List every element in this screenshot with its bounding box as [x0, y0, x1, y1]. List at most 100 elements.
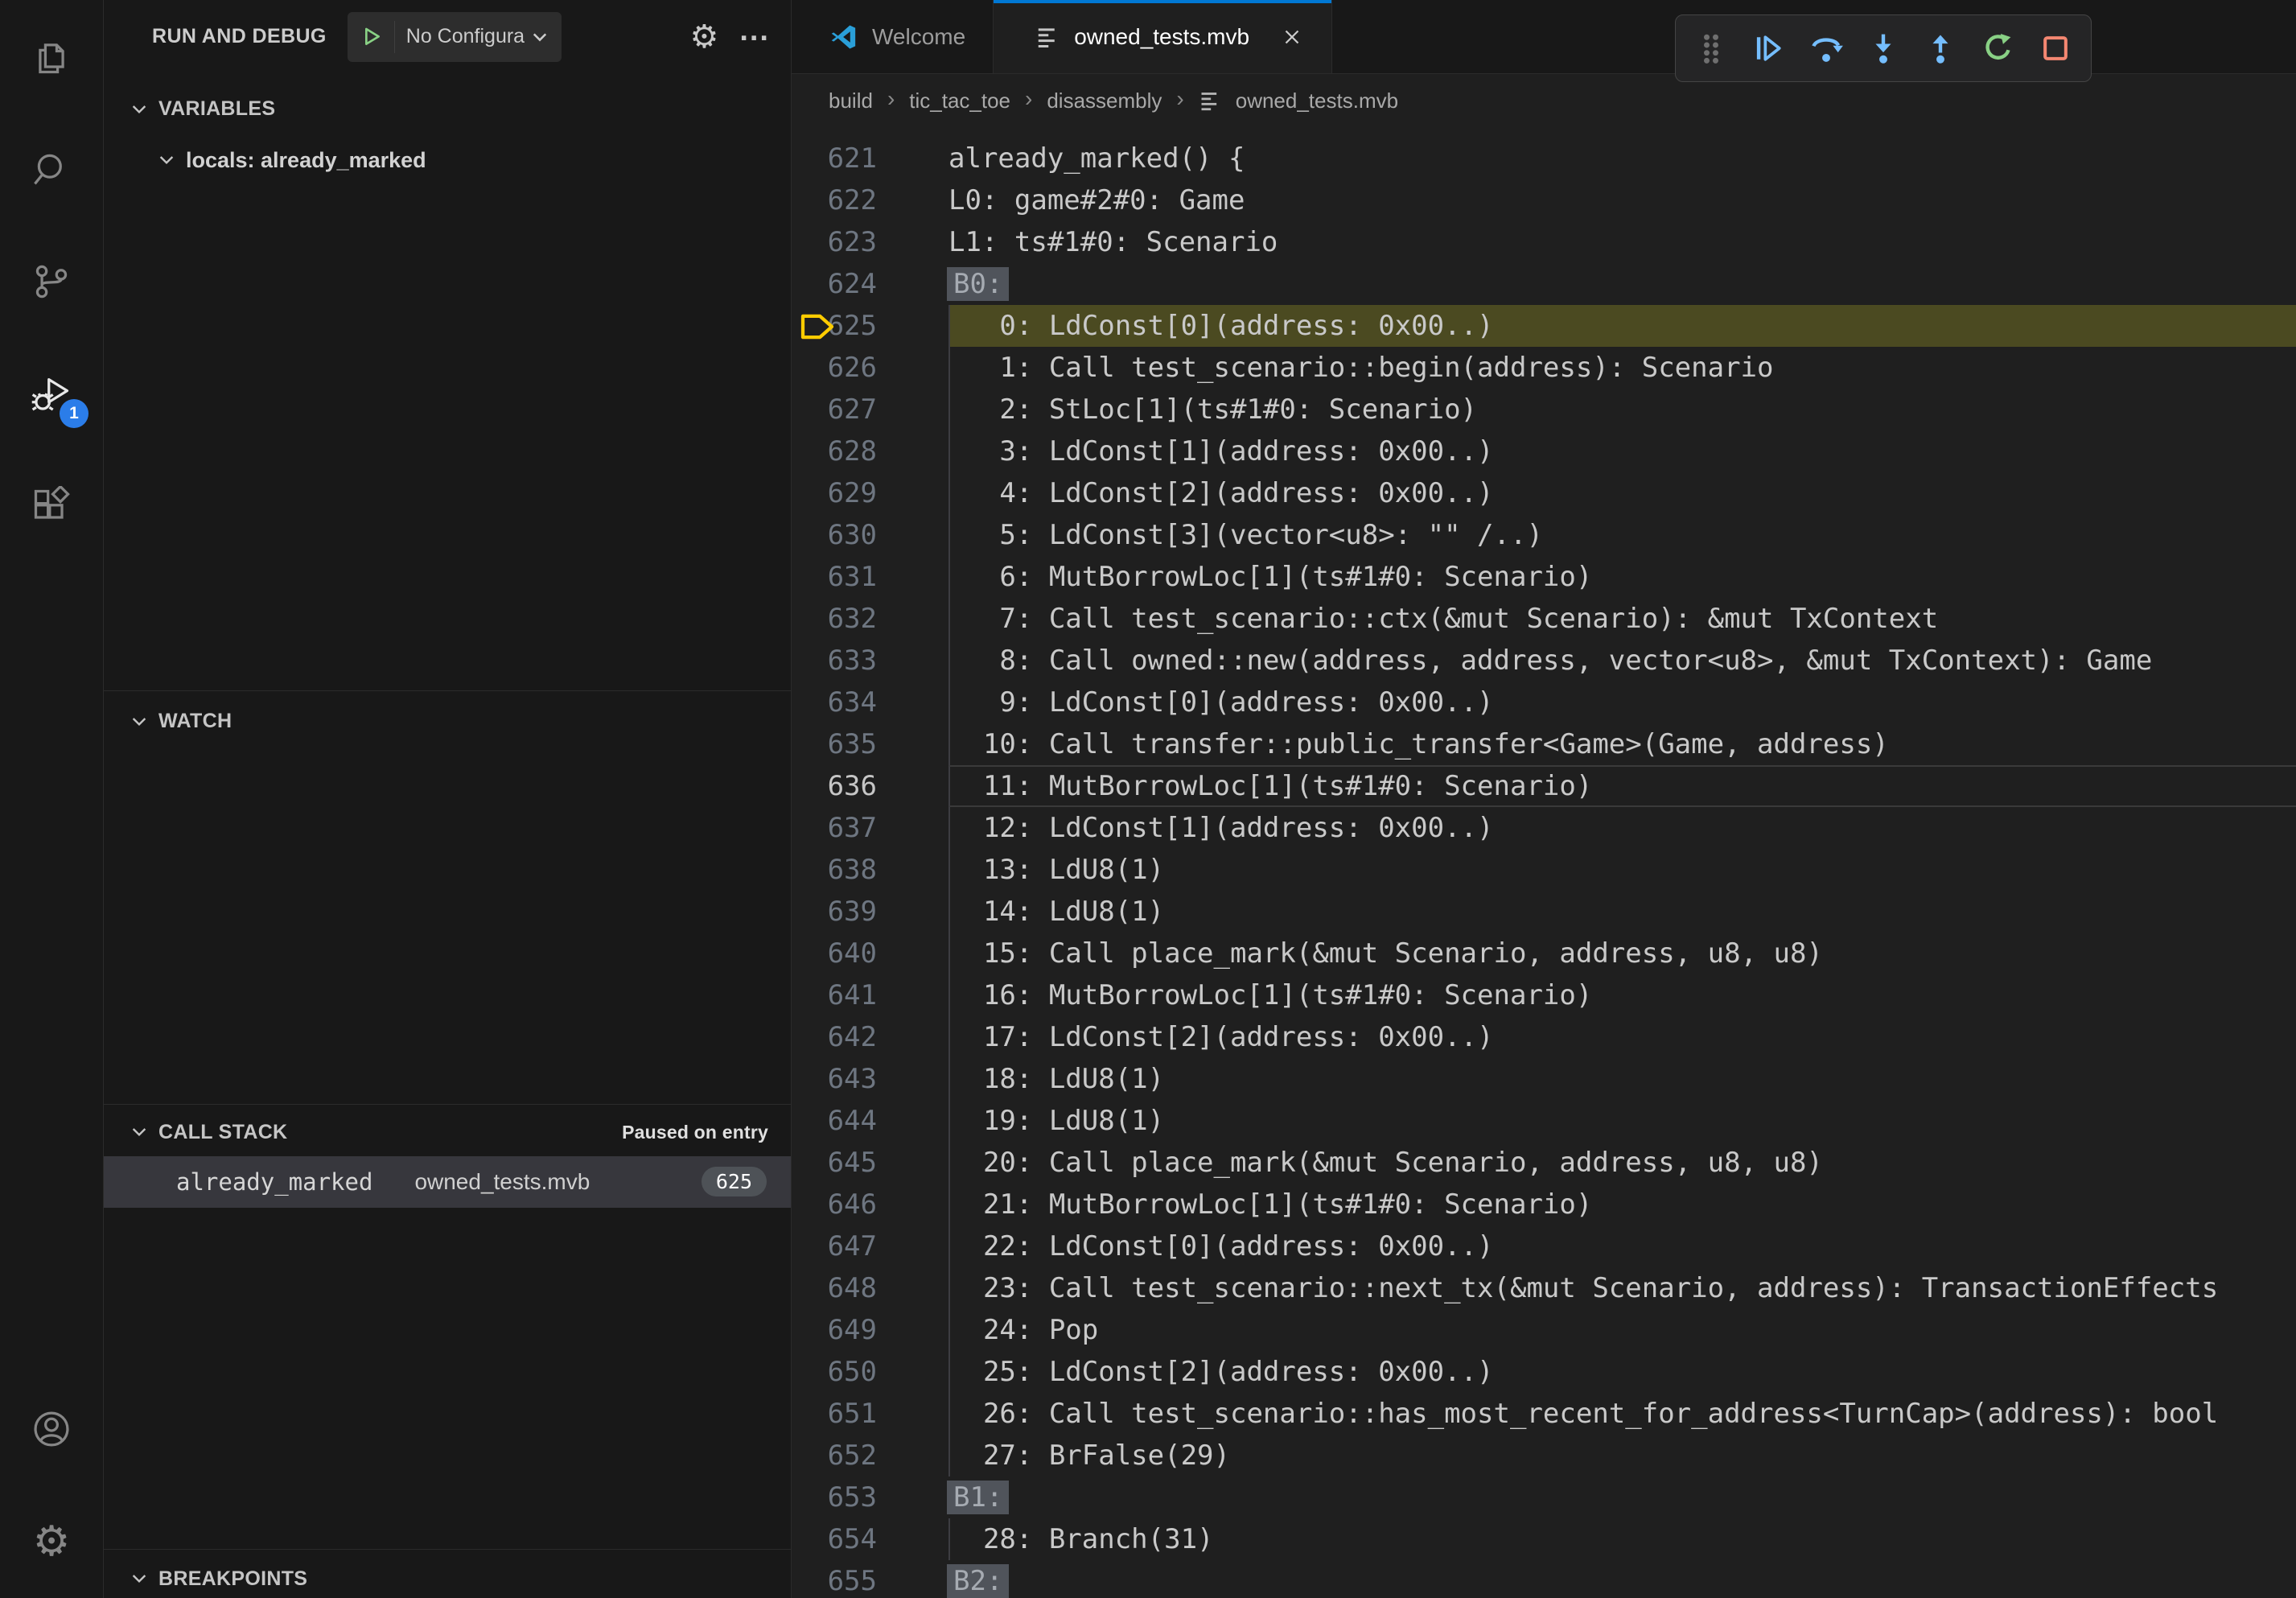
breadcrumb-item-file[interactable]: owned_tests.mvb — [1236, 89, 1398, 113]
line-number[interactable]: 637 — [792, 807, 891, 849]
code-line-text[interactable]: L1: ts#1#0: Scenario — [948, 221, 2296, 263]
code-line-text[interactable]: L0: game#2#0: Game — [948, 179, 2296, 221]
code-line-text[interactable]: 11: MutBorrowLoc[1](ts#1#0: Scenario) — [948, 765, 2296, 807]
breadcrumb-item[interactable]: disassembly — [1047, 89, 1162, 113]
activity-explorer[interactable] — [0, 0, 103, 113]
step-into-button[interactable] — [1864, 29, 1903, 68]
code-editor[interactable]: 621 already_marked() { 622 L0: game#2#0: Ga… — [792, 127, 2296, 1598]
code-line-text[interactable]: B2: — [948, 1560, 2296, 1598]
toolbar-gripper[interactable] — [1692, 29, 1730, 68]
code-line-text[interactable]: 28: Branch(31) — [948, 1518, 2296, 1560]
code-line-text[interactable]: 22: LdConst[0](address: 0x00..) — [948, 1225, 2296, 1267]
code-line-text[interactable]: 25: LdConst[2](address: 0x00..) — [948, 1351, 2296, 1393]
restart-button[interactable] — [1979, 29, 2018, 68]
code-line-text[interactable]: 6: MutBorrowLoc[1](ts#1#0: Scenario) — [948, 556, 2296, 598]
line-number[interactable]: 634 — [792, 682, 891, 723]
line-number[interactable]: 624 — [792, 263, 891, 305]
code-line-text[interactable]: 26: Call test_scenario::has_most_recent_… — [948, 1393, 2296, 1435]
line-number[interactable]: 627 — [792, 389, 891, 430]
line-number[interactable]: 652 — [792, 1435, 891, 1477]
code-line-text[interactable]: 13: LdU8(1) — [948, 849, 2296, 891]
line-number[interactable]: 651 — [792, 1393, 891, 1435]
code-line-text[interactable]: 1: Call test_scenario::begin(address): S… — [948, 347, 2296, 389]
activity-settings[interactable]: ⚙ — [0, 1485, 103, 1598]
code-line-text[interactable]: 12: LdConst[1](address: 0x00..) — [948, 807, 2296, 849]
code-line-text[interactable]: 18: LdU8(1) — [948, 1058, 2296, 1100]
line-number[interactable]: 650 — [792, 1351, 891, 1393]
code-line-text[interactable]: 2: StLoc[1](ts#1#0: Scenario) — [948, 389, 2296, 430]
code-line-text[interactable]: 24: Pop — [948, 1309, 2296, 1351]
line-number[interactable]: 628 — [792, 430, 891, 472]
code-line-text[interactable]: 14: LdU8(1) — [948, 891, 2296, 933]
line-number[interactable]: 653 — [792, 1477, 891, 1518]
line-number[interactable]: 655 — [792, 1560, 891, 1598]
code-line-text[interactable]: 16: MutBorrowLoc[1](ts#1#0: Scenario) — [948, 974, 2296, 1016]
line-number[interactable]: 632 — [792, 598, 891, 640]
section-variables[interactable]: VARIABLES — [104, 90, 791, 129]
tab-owned-tests[interactable]: owned_tests.mvb — [994, 0, 1332, 73]
line-number[interactable]: 631 — [792, 556, 891, 598]
code-line-text[interactable]: 21: MutBorrowLoc[1](ts#1#0: Scenario) — [948, 1184, 2296, 1225]
code-line-text[interactable]: already_marked() { — [948, 138, 2296, 179]
line-number[interactable]: 636 — [792, 765, 891, 807]
debug-gear-icon[interactable]: ⚙ — [689, 21, 718, 53]
code-line-text[interactable]: 9: LdConst[0](address: 0x00..) — [948, 682, 2296, 723]
line-number[interactable]: 644 — [792, 1100, 891, 1142]
section-watch[interactable]: WATCH — [104, 702, 791, 741]
activity-account[interactable] — [0, 1373, 103, 1485]
line-number[interactable]: 649 — [792, 1309, 891, 1351]
line-number[interactable]: 642 — [792, 1016, 891, 1058]
line-number[interactable]: 635 — [792, 723, 891, 765]
activity-search[interactable] — [0, 113, 103, 225]
line-number[interactable]: 654 — [792, 1518, 891, 1560]
code-line-text[interactable]: 20: Call place_mark(&mut Scenario, addre… — [948, 1142, 2296, 1184]
call-stack-frame[interactable]: already_marked owned_tests.mvb 625 — [104, 1156, 791, 1208]
step-over-button[interactable] — [1807, 29, 1845, 68]
line-number[interactable]: 648 — [792, 1267, 891, 1309]
code-line-text[interactable]: 15: Call place_mark(&mut Scenario, addre… — [948, 933, 2296, 974]
line-number[interactable]: 623 — [792, 221, 891, 263]
section-breakpoints[interactable]: BREAKPOINTS — [104, 1559, 791, 1598]
section-call-stack[interactable]: CALL STACK Paused on entry — [104, 1113, 791, 1151]
breadcrumb-item[interactable]: build — [829, 89, 873, 113]
code-line-text[interactable]: 17: LdConst[2](address: 0x00..) — [948, 1016, 2296, 1058]
code-line-text[interactable]: B1: — [948, 1477, 2296, 1518]
line-number[interactable]: 643 — [792, 1058, 891, 1100]
line-number[interactable]: 647 — [792, 1225, 891, 1267]
line-number[interactable]: 633 — [792, 640, 891, 682]
code-line-text[interactable]: 8: Call owned::new(address, address, vec… — [948, 640, 2296, 682]
line-number[interactable]: 641 — [792, 974, 891, 1016]
code-line-text[interactable]: 27: BrFalse(29) — [948, 1435, 2296, 1477]
line-number[interactable]: 622 — [792, 179, 891, 221]
close-icon[interactable] — [1280, 25, 1304, 49]
line-number[interactable]: 625 — [792, 305, 891, 347]
line-number[interactable]: 640 — [792, 933, 891, 974]
line-number[interactable]: 626 — [792, 347, 891, 389]
continue-button[interactable] — [1749, 29, 1788, 68]
line-number[interactable]: 646 — [792, 1184, 891, 1225]
code-line-text[interactable]: 5: LdConst[3](vector<u8>: "" /..) — [948, 514, 2296, 556]
code-line-text[interactable]: B0: — [948, 263, 2296, 305]
debug-config-dropdown[interactable]: No Configura — [348, 12, 562, 62]
code-line-text[interactable]: 19: LdU8(1) — [948, 1100, 2296, 1142]
variables-scope-locals[interactable]: locals: already_marked — [104, 141, 791, 179]
step-out-button[interactable] — [1921, 29, 1960, 68]
line-number[interactable]: 639 — [792, 891, 891, 933]
line-number[interactable]: 629 — [792, 472, 891, 514]
code-line-text[interactable]: 23: Call test_scenario::next_tx(&mut Sce… — [948, 1267, 2296, 1309]
stop-button[interactable] — [2036, 29, 2075, 68]
more-actions-icon[interactable]: ... — [739, 25, 770, 48]
code-line-text[interactable]: 10: Call transfer::public_transfer<Game>… — [948, 723, 2296, 765]
line-number[interactable]: 645 — [792, 1142, 891, 1184]
tab-welcome[interactable]: Welcome — [792, 0, 994, 73]
code-line-text[interactable]: 3: LdConst[1](address: 0x00..) — [948, 430, 2296, 472]
activity-run-and-debug[interactable]: 1 — [0, 338, 103, 451]
activity-source-control[interactable] — [0, 225, 103, 338]
start-debug-icon[interactable] — [359, 24, 385, 50]
code-line-text[interactable]: 0: LdConst[0](address: 0x00..) — [948, 305, 2296, 347]
code-line-text[interactable]: 4: LdConst[2](address: 0x00..) — [948, 472, 2296, 514]
activity-extensions[interactable] — [0, 451, 103, 563]
breadcrumb-item[interactable]: tic_tac_toe — [909, 89, 1010, 113]
code-line-text[interactable]: 7: Call test_scenario::ctx(&mut Scenario… — [948, 598, 2296, 640]
line-number[interactable]: 621 — [792, 138, 891, 179]
